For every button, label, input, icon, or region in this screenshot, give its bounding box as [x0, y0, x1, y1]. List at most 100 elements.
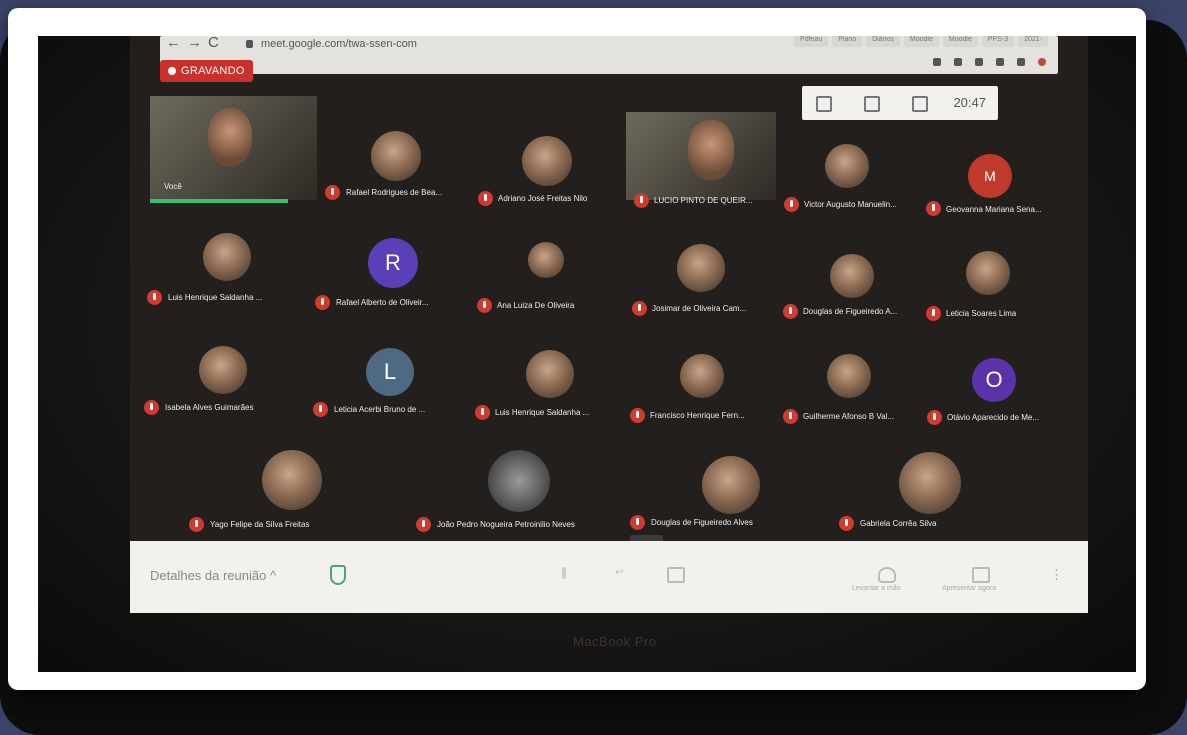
people-icon[interactable] — [864, 96, 880, 112]
participant-name: Adriano José Freitas Nilo — [498, 194, 588, 203]
laptop-photo: ←→C meet.google.com/twa-ssen-com Pdfeau … — [38, 36, 1136, 672]
mic-off-icon — [634, 193, 649, 208]
tab[interactable]: Moodle — [942, 36, 978, 47]
meet-controls-bar: Detalhes da reunião ^ ↩ Levantar a mão A… — [130, 541, 1088, 613]
captions-icon[interactable] — [816, 96, 832, 112]
puzzle-icon[interactable] — [1017, 58, 1025, 66]
participant-name: Otávio Aparecido de Me... — [947, 413, 1040, 422]
avatar — [677, 244, 725, 292]
participant-name: Luis Henrique Saldanha ... — [495, 408, 590, 417]
self-video-tile[interactable]: Você — [150, 96, 317, 200]
avatar-letter: M — [968, 154, 1012, 198]
mic-off-icon — [927, 410, 942, 425]
star-icon[interactable] — [954, 58, 962, 66]
meet-screen: ←→C meet.google.com/twa-ssen-com Pdfeau … — [130, 36, 1088, 613]
extension-icon[interactable] — [975, 58, 983, 66]
mic-off-icon — [926, 201, 941, 216]
participant-name: Rafael Rodrigues de Bea... — [346, 188, 443, 197]
mic-off-icon — [416, 517, 431, 532]
avatar — [702, 456, 760, 514]
grid-icon[interactable] — [996, 58, 1004, 66]
avatar-letter: L — [366, 348, 414, 396]
avatar — [203, 233, 251, 281]
self-face — [208, 108, 252, 166]
mic-off-icon — [325, 185, 340, 200]
participant-video-tile[interactable] — [626, 112, 776, 200]
avatar-letter: R — [368, 238, 418, 288]
recording-badge: GRAVANDO — [160, 60, 253, 82]
camera-icon[interactable] — [667, 567, 685, 583]
participant-name: Luis Henrique Saldanha ... — [168, 293, 263, 302]
mic-off-icon — [478, 191, 493, 206]
nav-arrows[interactable]: ←→C — [166, 36, 225, 51]
mic-off-icon — [630, 515, 645, 530]
present-icon[interactable] — [972, 567, 990, 583]
meeting-top-panel: 20:47 — [802, 86, 998, 120]
participant-name: Douglas de Figueiredo A... — [803, 307, 898, 316]
mic-off-icon — [189, 517, 204, 532]
profile-icon[interactable] — [1038, 58, 1046, 66]
present-button[interactable]: Apresentar agora — [942, 585, 996, 592]
avatar — [899, 452, 961, 514]
participant-name: Leticia Acerbi Bruno de ... — [334, 405, 426, 414]
mic-off-icon — [475, 405, 490, 420]
avatar — [825, 144, 869, 188]
mic-off-icon — [315, 295, 330, 310]
laptop-brand-label: MacBook Pro — [573, 634, 657, 649]
photo-card: ←→C meet.google.com/twa-ssen-com Pdfeau … — [8, 8, 1146, 690]
participant-name: LUCIO PINTO DE QUEIR... — [654, 196, 753, 205]
avatar — [488, 450, 550, 512]
avatar — [680, 354, 724, 398]
raise-hand-icon[interactable] — [878, 567, 896, 583]
avatar — [827, 354, 871, 398]
participant-name: Yago Felipe da Silva Freitas — [210, 520, 310, 529]
mic-off-icon — [147, 290, 162, 305]
tab[interactable]: Diários — [866, 36, 900, 47]
self-name: Você — [164, 182, 182, 191]
avatar — [528, 242, 564, 278]
avatar — [371, 131, 421, 181]
tab[interactable]: PPS-3 — [981, 36, 1015, 47]
self-audio-indicator — [150, 199, 288, 203]
participant-name: Rafael Alberto de Oliveir... — [336, 298, 429, 307]
mic-off-icon — [313, 402, 328, 417]
tab[interactable]: Moodle — [903, 36, 939, 47]
raise-hand-label[interactable]: Levantar a mão — [852, 585, 901, 592]
mic-icon[interactable] — [562, 567, 566, 579]
participant-name: Francisco Henrique Fern... — [650, 411, 745, 420]
mic-off-icon — [926, 306, 941, 321]
mic-off-icon — [477, 298, 492, 313]
browser-toolbar — [933, 58, 1046, 66]
avatar-letter: O — [972, 358, 1016, 402]
mic-off-icon — [784, 197, 799, 212]
avatar — [830, 254, 874, 298]
tab[interactable]: Plano — [832, 36, 863, 47]
mic-off-icon — [632, 301, 647, 316]
participant-name: Josimar de Oliveira Cam... — [652, 304, 747, 313]
shield-icon[interactable] — [330, 565, 346, 585]
key-icon[interactable] — [933, 58, 941, 66]
meeting-details-button[interactable]: Detalhes da reunião ^ — [150, 568, 276, 583]
hangup-icon[interactable]: ↩ — [615, 567, 629, 579]
participant-name: Gabriela Corrêa Silva — [860, 519, 937, 528]
participant-name: Victor Augusto Manuelin... — [804, 200, 897, 209]
mic-off-icon — [144, 400, 159, 415]
tab[interactable]: 2021- — [1018, 36, 1048, 47]
mic-off-icon — [783, 409, 798, 424]
lock-icon — [246, 40, 253, 49]
browser-bar: ←→C meet.google.com/twa-ssen-com Pdfeau … — [160, 36, 1058, 74]
more-options-icon[interactable]: ⋮ — [1050, 567, 1063, 583]
tab[interactable]: Pdfeau — [794, 36, 829, 47]
address-bar[interactable]: meet.google.com/twa-ssen-com — [246, 38, 417, 50]
participant-name: Guilherme Afonso B Val... — [803, 412, 895, 421]
participant-name: Geovanna Mariana Sena... — [946, 205, 1042, 214]
participant-name: João Pedro Nogueira Petroinilio Neves — [437, 520, 575, 529]
avatar — [262, 450, 322, 510]
record-dot-icon — [168, 67, 176, 75]
chat-icon[interactable] — [912, 96, 928, 112]
avatar — [199, 346, 247, 394]
chevron-up-icon: ^ — [269, 568, 277, 583]
mic-off-icon — [839, 516, 854, 531]
participant-face — [688, 120, 734, 180]
tab-strip: Pdfeau Plano Diários Moodle Moodle PPS-3… — [794, 36, 1048, 47]
